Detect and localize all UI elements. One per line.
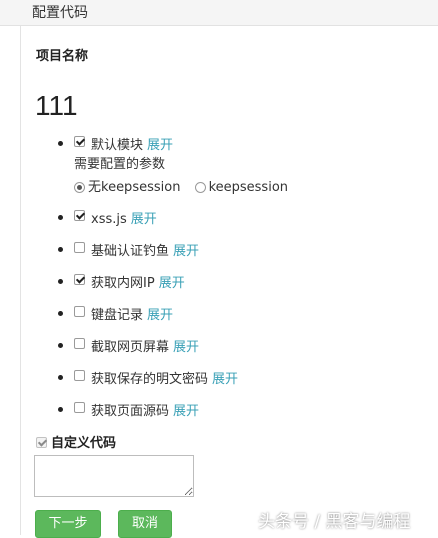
custom-code-checkbox[interactable]: [36, 437, 47, 448]
module-label-keylogger: 键盘记录: [91, 308, 144, 323]
expand-link-intranet-ip[interactable]: 展开: [159, 276, 185, 291]
next-step-button[interactable]: 下一步: [35, 510, 101, 538]
panel-header: 配置代码: [0, 0, 438, 26]
expand-link-xss[interactable]: 展开: [131, 212, 157, 227]
module-checkbox-intranet-ip[interactable]: [74, 274, 85, 285]
module-label-saved-passwords: 获取保存的明文密码: [91, 372, 209, 387]
module-checkbox-basic-auth-phishing[interactable]: [74, 242, 85, 253]
project-name-value: 111: [35, 90, 78, 121]
module-checkbox-saved-passwords[interactable]: [74, 370, 85, 381]
custom-code-textarea[interactable]: [34, 455, 194, 497]
radio-label-keepsession: keepsession: [208, 180, 289, 195]
bullet-icon: [58, 141, 63, 146]
config-params-title: 需要配置的参数: [74, 157, 166, 172]
expand-link-keylogger[interactable]: 展开: [147, 308, 173, 323]
module-label-xss: xss.js: [91, 212, 127, 227]
radio-no-keepsession[interactable]: [74, 182, 85, 193]
bullet-icon: [58, 407, 63, 412]
module-checkbox-keylogger[interactable]: [74, 306, 85, 317]
bullet-icon: [58, 343, 63, 348]
panel-left-border: [20, 26, 21, 535]
module-checkbox-xss[interactable]: [74, 210, 85, 221]
cancel-button[interactable]: 取消: [118, 510, 172, 538]
bullet-icon: [58, 311, 63, 316]
custom-code-label: 自定义代码: [51, 436, 117, 451]
bullet-icon: [58, 375, 63, 380]
expand-link-page-source[interactable]: 展开: [173, 404, 199, 419]
project-name-label: 项目名称: [36, 49, 89, 64]
module-checkbox-screenshot[interactable]: [74, 338, 85, 349]
module-checkbox-page-source[interactable]: [74, 402, 85, 413]
radio-keepsession[interactable]: [194, 182, 206, 193]
expand-link-saved-passwords[interactable]: 展开: [212, 372, 238, 387]
expand-link-default[interactable]: 展开: [147, 138, 173, 153]
expand-link-screenshot[interactable]: 展开: [173, 340, 199, 355]
keepsession-radio-group: 无keepsession keepsession: [74, 176, 298, 195]
bullet-icon: [58, 215, 63, 220]
module-checkbox-default[interactable]: [74, 136, 85, 147]
module-label-intranet-ip: 获取内网IP: [91, 276, 155, 291]
custom-code-row: 自定义代码: [36, 432, 116, 451]
bullet-icon: [58, 279, 63, 284]
radio-label-no-keepsession: 无keepsession: [88, 180, 181, 195]
bullet-icon: [58, 247, 63, 252]
module-label-page-source: 获取页面源码: [91, 404, 170, 419]
module-label-screenshot: 截取网页屏幕: [91, 340, 170, 355]
watermark-text: 头条号 / 黑客与编程: [258, 512, 411, 532]
module-label-basic-auth-phishing: 基础认证钓鱼: [91, 244, 170, 259]
expand-link-basic-auth-phishing[interactable]: 展开: [173, 244, 199, 259]
module-label-default: 默认模块: [91, 138, 144, 153]
panel-title: 配置代码: [32, 5, 88, 21]
